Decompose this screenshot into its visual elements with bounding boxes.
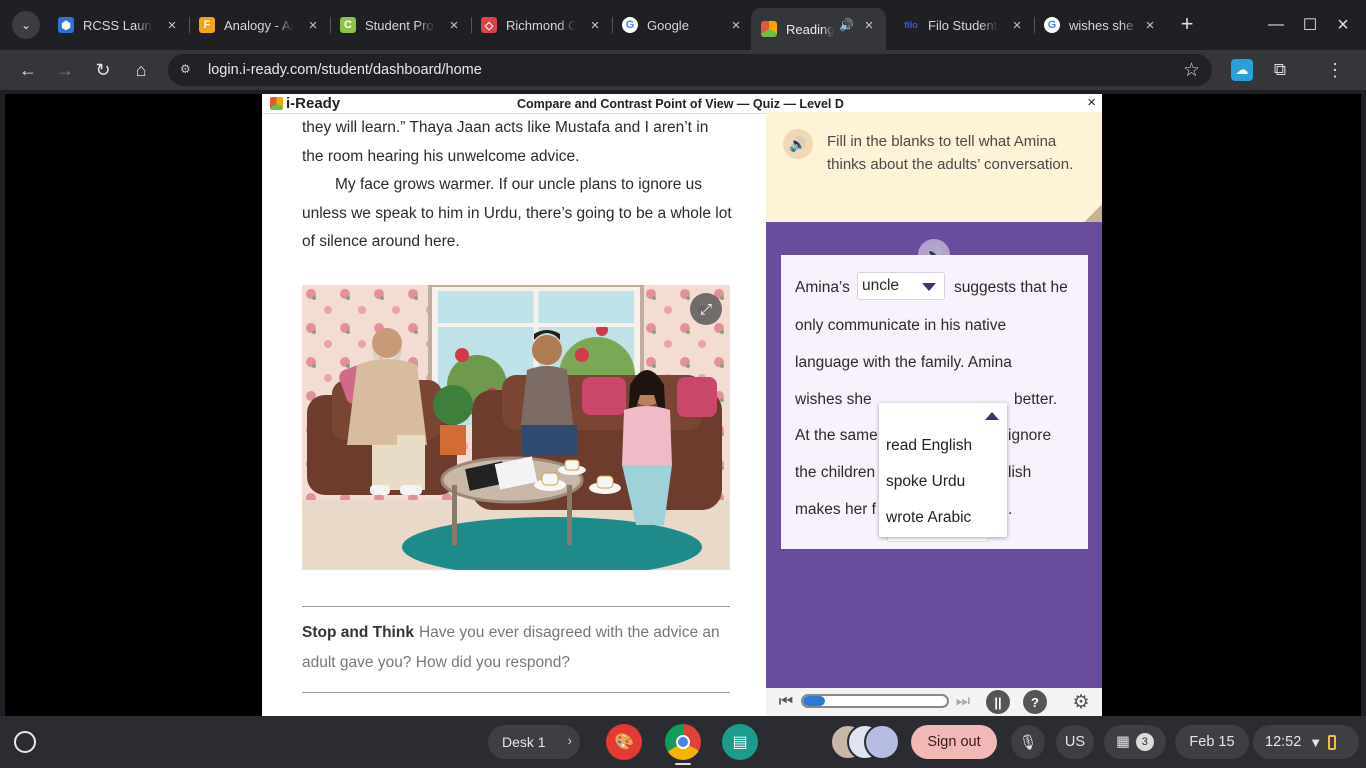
browser-toolbar: ← → ↻ ⌂ ⚙ login.i-ready.com/student/dash…: [0, 50, 1366, 90]
tab-analogy[interactable]: F Analogy - Ar ×: [189, 8, 331, 42]
wifi-icon: ▼: [1309, 734, 1323, 750]
site-info-icon[interactable]: ⚙: [180, 62, 196, 78]
battery-icon: [1328, 734, 1337, 750]
tab-wishes-she[interactable]: G wishes she ×: [1034, 8, 1167, 42]
iready-quiz-app: i-Ready Compare and Contrast Point of Vi…: [262, 94, 1102, 716]
tab-richmond[interactable]: ◇ Richmond C ×: [471, 8, 613, 42]
instruction-speaker-icon[interactable]: 🔊: [783, 129, 813, 159]
instruction-box: 🔊 Fill in the blanks to tell what Amina …: [766, 112, 1102, 222]
close-icon[interactable]: ×: [860, 16, 878, 34]
classroom-app-icon[interactable]: ▤: [722, 724, 758, 760]
speaker-icon[interactable]: 🔊: [839, 18, 854, 32]
launcher-button[interactable]: [14, 731, 36, 753]
help-button[interactable]: ?: [1023, 690, 1047, 714]
richmond-icon: ◇: [481, 17, 497, 33]
home-button[interactable]: ⌂: [128, 57, 154, 83]
microphone-icon[interactable]: 🎙: [1011, 725, 1045, 759]
browser-menu-icon[interactable]: ⋮: [1324, 59, 1346, 81]
quiz-title: Compare and Contrast Point of View — Qui…: [517, 97, 844, 111]
tab-rcss[interactable]: ⬢ RCSS Launchpad ×: [48, 8, 190, 42]
chevron-up-icon[interactable]: [985, 412, 999, 420]
forward-button[interactable]: →: [52, 57, 78, 83]
rcss-icon: ⬢: [58, 17, 74, 33]
sign-out-button[interactable]: Sign out: [911, 725, 997, 759]
iready-icon: [761, 21, 777, 37]
os-shelf: Desk 1 › 🎨 ▤ Sign out 🎙 US ▦ 3 Feb 15 12…: [0, 716, 1366, 768]
calendar-icon: ▦: [1116, 734, 1130, 750]
stop-and-think-label: Stop and Think: [302, 624, 414, 641]
close-icon[interactable]: ×: [586, 16, 604, 34]
question-panel: 🔊 Fill in the blanks to tell what Amina …: [766, 112, 1102, 716]
quiz-header: i-Ready Compare and Contrast Point of Vi…: [262, 94, 1102, 114]
chrome-icon[interactable]: [665, 724, 701, 760]
chevron-right-icon: ›: [567, 733, 572, 748]
instruction-text: Fill in the blanks to tell what Amina th…: [827, 133, 1074, 173]
player-controls: ⏮ ⏭ || ? ⚙: [766, 688, 1102, 716]
skip-back-icon[interactable]: ⏮: [774, 690, 798, 714]
analogy-icon: F: [199, 17, 215, 33]
reading-passage: they will learn.” Thaya Jaan acts like M…: [302, 114, 732, 257]
close-icon[interactable]: ×: [1141, 16, 1159, 34]
close-icon[interactable]: ×: [1008, 16, 1026, 34]
passage-paragraph: they will learn.” Thaya Jaan acts like M…: [302, 119, 709, 165]
browser-tab-strip: ⌄ ⬢ RCSS Launchpad × F Analogy - Ar × C …: [0, 0, 1366, 50]
notifications-button[interactable]: ▦ 3: [1104, 725, 1166, 759]
google-icon: G: [1044, 17, 1060, 33]
reload-button[interactable]: ↻: [90, 57, 116, 83]
google-icon: G: [622, 17, 638, 33]
progress-bar: [801, 694, 949, 708]
family-living-room-illustration: [302, 285, 730, 570]
expand-image-button[interactable]: ⤢: [690, 293, 722, 325]
dropdown-who[interactable]: uncle: [857, 272, 945, 300]
maximize-button[interactable]: ☐: [1297, 12, 1323, 38]
extensions-puzzle-icon[interactable]: ⧉: [1269, 59, 1291, 81]
minimize-button[interactable]: —: [1263, 12, 1289, 38]
student-pro-icon: C: [340, 17, 356, 33]
dropdown-option[interactable]: spoke Urdu: [886, 473, 965, 491]
pause-button[interactable]: ||: [986, 690, 1010, 714]
new-tab-button[interactable]: +: [1175, 11, 1199, 36]
desk-switcher[interactable]: Desk 1 ›: [488, 725, 580, 759]
dropdown-skill-open[interactable]: read English spoke Urdu wrote Arabic: [879, 403, 1007, 537]
dropdown-who-value: uncle: [862, 277, 900, 294]
passage-paragraph: My face grows warmer. If our uncle plans…: [302, 176, 732, 250]
dropdown-option[interactable]: read English: [886, 437, 972, 455]
tab-search-button[interactable]: ⌄: [12, 11, 40, 39]
window-thumbnails[interactable]: [830, 724, 900, 760]
progress-fill: [803, 696, 825, 706]
tab-reading-active[interactable]: Reading 🔊 ×: [751, 8, 886, 50]
date-display[interactable]: Feb 15: [1175, 725, 1249, 759]
iready-logo: i-Ready: [270, 95, 340, 112]
address-bar[interactable]: ⚙ login.i-ready.com/student/dashboard/ho…: [168, 54, 1212, 86]
skip-forward-icon[interactable]: ⏭: [951, 690, 975, 714]
stop-and-think: Stop and Think Have you ever disagreed wi…: [302, 606, 730, 693]
tab-google[interactable]: G Google ×: [612, 8, 753, 42]
bookmark-star-icon[interactable]: ☆: [1183, 59, 1200, 82]
status-area[interactable]: 12:52 ▼: [1253, 725, 1359, 759]
notification-count: 3: [1135, 733, 1154, 751]
iready-cube-icon: [270, 97, 283, 110]
language-indicator[interactable]: US: [1056, 725, 1094, 759]
close-icon[interactable]: ×: [445, 16, 463, 34]
page-viewport: i-Ready Compare and Contrast Point of Vi…: [5, 94, 1361, 716]
filo-icon: filo: [903, 17, 919, 33]
quiz-close-button[interactable]: ×: [1087, 94, 1096, 111]
art-app-icon[interactable]: 🎨: [606, 724, 642, 760]
url-text[interactable]: login.i-ready.com/student/dashboard/home: [208, 62, 482, 78]
dropdown-option[interactable]: wrote Arabic: [886, 509, 971, 527]
window-close-button[interactable]: ×: [1330, 12, 1356, 38]
close-icon[interactable]: ×: [163, 16, 181, 34]
back-button[interactable]: ←: [15, 57, 41, 83]
chevron-down-icon: [922, 283, 936, 291]
clock-time: 12:52: [1265, 734, 1302, 750]
tab-filo[interactable]: filo Filo Student ×: [893, 8, 1035, 42]
close-icon[interactable]: ×: [304, 16, 322, 34]
story-illustration: ⤢: [302, 285, 730, 570]
settings-gear-icon[interactable]: ⚙: [1069, 690, 1093, 714]
extension-cloud-icon[interactable]: ☁: [1231, 59, 1253, 81]
close-icon[interactable]: ×: [727, 16, 745, 34]
tab-student-pro[interactable]: C Student Pro ×: [330, 8, 472, 42]
